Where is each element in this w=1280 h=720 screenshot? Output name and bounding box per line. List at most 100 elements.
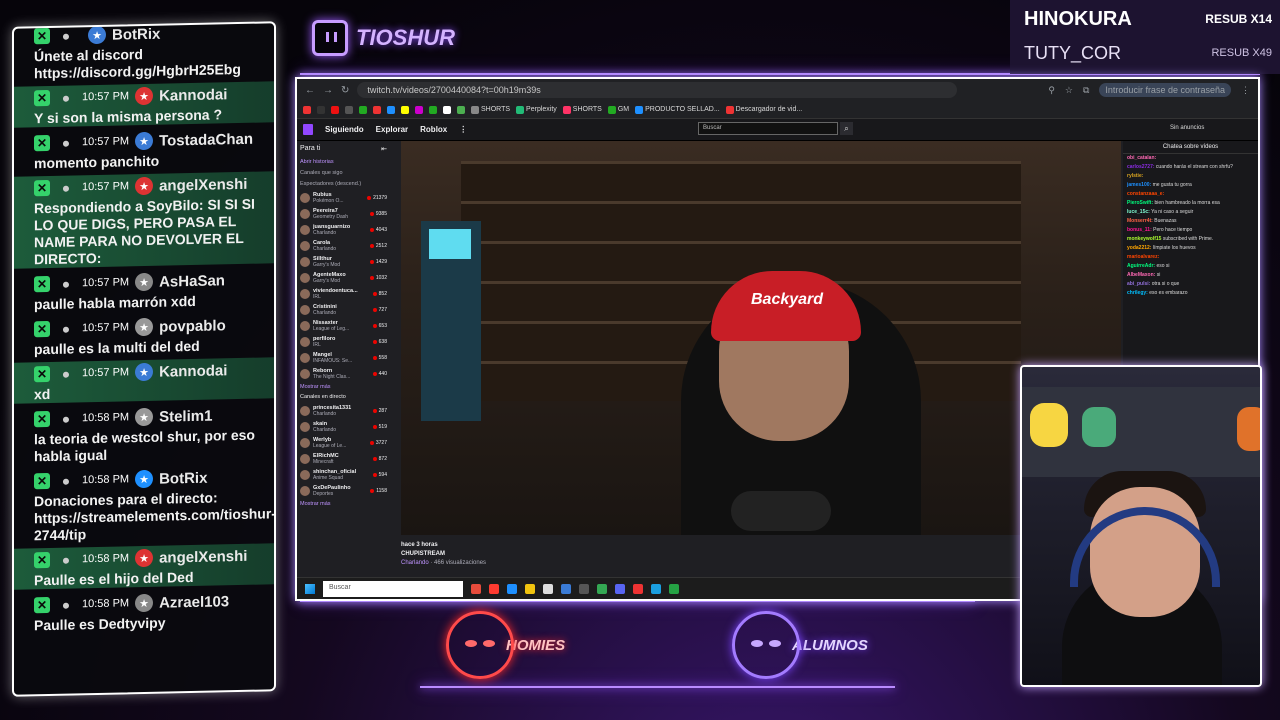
chat-message: ✕ ● 10:57 PM ★ povpablo paulle es la multi de… [14, 312, 274, 358]
twitch-search-input[interactable]: Buscar [698, 122, 838, 135]
extensions-icon[interactable]: ⧉ [1083, 85, 1089, 96]
bookmark-icon[interactable] [303, 105, 311, 114]
bookmark-icon[interactable] [317, 105, 325, 114]
sub-tag: RESUB X14 [1205, 12, 1272, 26]
forward-icon[interactable]: → [323, 85, 333, 96]
sidebar-channel[interactable]: skain Charlando 519 [297, 419, 390, 435]
sidebar-channel[interactable]: shinchan_oficial Anime Squad 594 [297, 467, 390, 483]
sidebar-channel[interactable]: Nissaxter League of Leg... 653 [297, 318, 390, 334]
brave-icon[interactable] [471, 583, 481, 594]
steam-icon[interactable] [651, 583, 661, 594]
channel-avatar [300, 422, 310, 432]
pokeball-icon[interactable] [633, 583, 643, 594]
user-badge-icon: ★ [135, 176, 154, 196]
nav-following[interactable]: Siguiendo [325, 125, 364, 134]
channel-game: IRL [313, 294, 321, 300]
sidebar-channel[interactable]: Rubius Pokémon O... 21379 [297, 190, 390, 206]
viewer-count: 287 [378, 408, 387, 414]
bookmark-icon[interactable] [443, 105, 451, 114]
twitch-chat-line: PieroSwift: bien hambreado la morra esa [1123, 199, 1258, 208]
sidebar-channel[interactable]: Sillthur Garry's Mod 1429 [297, 254, 390, 270]
video-player[interactable]: Backyard [401, 141, 1121, 535]
sidebar-channel[interactable]: Mangel INFAMOUS: Se... 558 [297, 350, 390, 366]
bookmark-icon[interactable] [401, 105, 409, 114]
store-icon[interactable] [543, 583, 553, 594]
bookmark-icon[interactable] [373, 105, 381, 114]
bookmark-icon[interactable] [331, 105, 339, 114]
sidebar-channel[interactable]: Cristinini Charlando 727 [297, 302, 390, 318]
password-phrase-button[interactable]: Introducir frase de contraseña [1099, 83, 1231, 97]
opera-icon[interactable] [489, 583, 499, 594]
app-icon[interactable] [561, 583, 571, 594]
sidebar-channel[interactable]: ElRichMC Minecraft 872 [297, 451, 390, 467]
ad-free-button[interactable]: Sin anuncios [1170, 125, 1204, 131]
sidebar-channel[interactable]: Peereira7 Geometry Dash 9385 [297, 206, 390, 222]
search-icon[interactable]: ⌕ [840, 122, 853, 135]
chat-time: 10:57 PM [82, 366, 130, 380]
bookmark-icon[interactable] [345, 105, 353, 114]
bookmark-item[interactable]: PRODUCTO SELLAD... [635, 105, 720, 114]
bookmark-icon[interactable] [415, 105, 423, 114]
user-badge-icon: ★ [135, 407, 154, 427]
bookmark-item[interactable]: GM [607, 105, 629, 114]
sidebar-channel[interactable]: princesita1331 Charlando 287 [297, 403, 390, 419]
chat-message: ✕ ● 10:57 PM ★ angelXenshi Respondiendo a Soy… [14, 171, 274, 269]
sub-row: HINOKURA RESUB X14 [1024, 4, 1272, 34]
nav-roblox[interactable]: Roblox [420, 125, 447, 134]
sidebar-channel[interactable]: viviendoentuca... IRL 852 [297, 286, 390, 302]
video-title: CHUPISTREAM [401, 551, 446, 557]
discord-icon[interactable] [615, 583, 625, 594]
chat-text: bien hambreado la morra esa [1154, 200, 1220, 206]
check-icon: ✕ [34, 134, 50, 152]
bookmark-icon[interactable] [387, 105, 395, 114]
channel-avatar [300, 406, 310, 416]
nav-browse[interactable]: Explorar [376, 125, 408, 134]
channel-info: Reborn The Night Clas... [313, 368, 370, 380]
chrome-icon[interactable] [597, 583, 607, 594]
sidebar-channel[interactable]: juansguarnizo Charlando 4043 [297, 222, 390, 238]
bookmark-item[interactable]: SHORTS [471, 105, 510, 114]
chat-message: ✕ ● 10:57 PM ★ AsHaSan paulle habla marrón xd… [14, 267, 274, 313]
more-icon[interactable]: ⋮ [459, 125, 467, 134]
collapse-icon[interactable]: ⇤ [381, 145, 387, 153]
back-icon[interactable]: ← [305, 85, 315, 96]
star-icon[interactable]: ☆ [1065, 85, 1073, 96]
sidebar-channel[interactable]: Werlyb League of Le... 3727 [297, 435, 390, 451]
bookmark-icon[interactable] [457, 105, 465, 114]
app2-icon[interactable] [669, 583, 679, 594]
chat-text: Buenazas [1154, 218, 1177, 224]
sidebar-channel[interactable]: GxDePaulinho Deportes 1158 [297, 483, 390, 499]
taskbar-search[interactable]: Buscar [323, 580, 463, 597]
sidebar-channel[interactable]: perfiloro IRL 638 [297, 334, 390, 350]
bookmark-icon[interactable] [359, 105, 367, 114]
channel-viewers: 852 [372, 291, 387, 297]
url-field[interactable]: twitch.tv/videos/2700440084?t=00h19m39s [357, 82, 958, 98]
stories-link[interactable]: Abrir historias [297, 157, 390, 168]
twitch-logo-icon[interactable] [303, 124, 313, 135]
channel-viewers: 638 [372, 339, 387, 345]
twitch-icon [312, 20, 348, 56]
show-more-link[interactable]: Mostrar más [297, 499, 390, 509]
edge-icon[interactable] [507, 583, 517, 594]
chat-message: ✕ ● 10:58 PM ★ angelXenshi Paulle es el hijo … [14, 543, 274, 590]
show-more-link[interactable]: Mostrar más [297, 382, 390, 392]
folder-icon[interactable] [525, 583, 535, 594]
sidebar-channel[interactable]: AgenteMaxo Garry's Mod 1032 [297, 270, 390, 286]
obs-icon[interactable] [579, 583, 589, 594]
bookmark-item[interactable]: SHORTS [562, 105, 602, 114]
chat-text: la teoria de westcol shur, por eso habla… [34, 426, 255, 465]
sidebar-channel[interactable]: Reborn The Night Clas... 440 [297, 366, 390, 382]
sidebar-channel[interactable]: Carola Charlando 2512 [297, 238, 390, 254]
chat-user: james100: [1127, 182, 1152, 188]
reload-icon[interactable]: ↻ [341, 85, 349, 96]
video-category[interactable]: Charlando [401, 560, 429, 566]
zoom-icon[interactable]: ⚲ [1048, 85, 1055, 96]
followed-title: Canales que sigo [300, 170, 343, 176]
channel-game: INFAMOUS: Se... [313, 358, 353, 364]
chat-header: Chatea sobre vídeos [1123, 141, 1258, 154]
menu-icon[interactable]: ⋮ [1241, 85, 1250, 96]
windows-start-icon[interactable] [305, 583, 315, 594]
bookmark-icon[interactable] [429, 105, 437, 114]
bookmark-item[interactable]: Descargador de vid... [725, 105, 802, 114]
bookmark-item[interactable]: Perplexity [516, 105, 557, 114]
